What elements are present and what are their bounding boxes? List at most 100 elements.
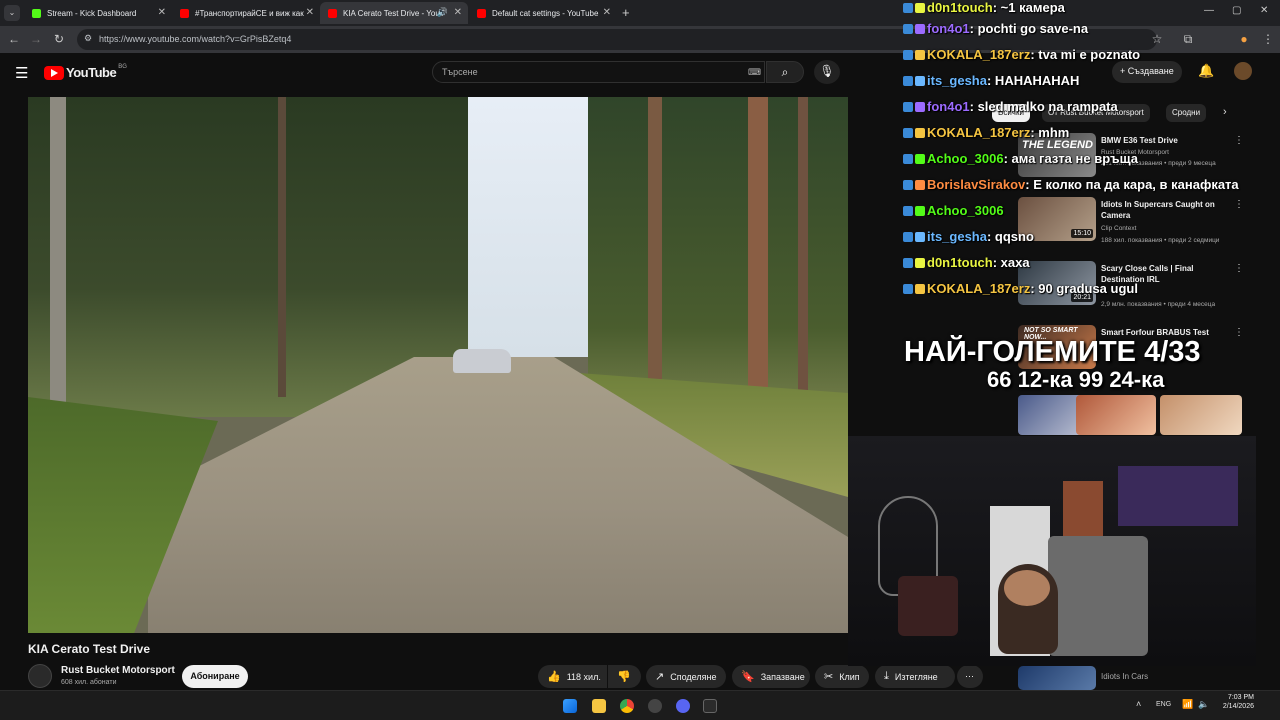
dislike-button[interactable]: 👎 xyxy=(608,665,641,688)
chat-badge-icon xyxy=(915,24,925,34)
reload-button[interactable]: ↻ xyxy=(51,32,67,46)
chat-text: : tva mi e poznato xyxy=(1030,47,1141,62)
wifi-icon[interactable]: 📶 xyxy=(1182,699,1193,710)
voice-search-button[interactable]: 🎙 xyxy=(814,60,840,84)
file-explorer-icon[interactable] xyxy=(592,699,606,713)
video-player[interactable] xyxy=(28,97,848,633)
recommended-thumbnail[interactable] xyxy=(1018,666,1096,690)
extensions-icon[interactable]: ⧉ xyxy=(1180,32,1196,47)
more-icon[interactable]: ⋮ xyxy=(1234,199,1244,210)
chat-badge-icon xyxy=(915,76,925,86)
download-button[interactable]: ⤓ Изтегляне xyxy=(875,665,955,688)
more-icon[interactable]: ⋮ xyxy=(1234,263,1244,274)
chevron-up-icon[interactable]: ˄ xyxy=(1136,699,1141,709)
chevron-right-icon[interactable]: › xyxy=(1223,106,1227,118)
discord-icon[interactable] xyxy=(676,699,690,713)
site-info-icon[interactable]: ⚙ xyxy=(84,33,92,44)
chat-username: Achoo_3006 xyxy=(927,203,1004,218)
close-icon[interactable]: ✕ xyxy=(158,7,166,18)
recommended-meta: 188 хил. показвания • преди 2 седмици xyxy=(1101,237,1220,244)
video-scene-sky xyxy=(468,97,608,357)
video-title: KIA Cerato Test Drive xyxy=(28,642,151,656)
chat-badge-icon xyxy=(915,206,925,216)
search-button[interactable]: ⌕ xyxy=(766,61,804,83)
chat-badge-icon xyxy=(915,154,925,164)
chat-message: fon4o1: sled malko na rampata xyxy=(903,99,1118,114)
chat-badge-icon xyxy=(903,258,913,268)
channel-avatar[interactable] xyxy=(28,664,52,688)
tab-transport[interactable]: #ТранспортирайСЕ и виж как ✕ xyxy=(172,2,320,24)
chip-related[interactable]: Сродни xyxy=(1166,104,1207,122)
profile-icon[interactable]: ● xyxy=(1236,32,1252,46)
shorts-thumbnail[interactable] xyxy=(1076,395,1156,435)
like-button[interactable]: 👍 118 хил. xyxy=(538,665,607,688)
stream-overlay-subtitle: 66 12-ка 99 24-ка xyxy=(987,367,1165,392)
search-input[interactable]: Търсене ⌨ xyxy=(432,61,765,83)
chat-message: d0n1touch: хаха xyxy=(903,255,1030,270)
chat-badge-icon xyxy=(903,206,913,216)
chat-message: KOKALA_187erz: mhm xyxy=(903,125,1069,140)
chat-badge-icon xyxy=(915,284,925,294)
subscribe-button[interactable]: Абониране xyxy=(182,665,248,688)
notifications-bell-icon[interactable]: 🔔 xyxy=(1198,63,1214,79)
clip-button[interactable]: ✂ Клип xyxy=(815,665,869,688)
close-window-button[interactable]: ✕ xyxy=(1260,5,1268,16)
youtube-play-icon xyxy=(44,65,64,80)
search-icon: ⌕ xyxy=(781,65,789,79)
chat-badge-icon xyxy=(903,76,913,86)
tab-default-cat[interactable]: Default cat settings - YouTube ✕ xyxy=(469,2,617,24)
chat-text: : ~1 камера xyxy=(992,0,1065,15)
tab-search-icon[interactable]: ⌄ xyxy=(4,5,20,21)
plus-icon: + xyxy=(1120,66,1128,76)
windows-start-icon[interactable] xyxy=(563,699,577,713)
close-icon[interactable]: ✕ xyxy=(603,7,611,18)
close-icon[interactable]: ✕ xyxy=(454,7,462,18)
chat-badge-icon xyxy=(915,102,925,112)
thumbs-down-icon: 👎 xyxy=(617,671,631,683)
more-icon: ⋯ xyxy=(965,671,974,681)
avatar[interactable] xyxy=(1234,62,1252,80)
chat-message: KOKALA_187erz: 90 gradusa ugul xyxy=(903,281,1138,296)
new-tab-button[interactable]: + xyxy=(622,5,630,20)
windows-taskbar: ˄ ENG 📶 🔈 xyxy=(0,690,1280,720)
back-button[interactable]: ← xyxy=(6,32,22,46)
recommended-title[interactable]: Idiots In Supercars Caught on Camera xyxy=(1101,199,1236,221)
chrome-icon[interactable] xyxy=(620,699,634,713)
tab-kia-cerato[interactable]: KIA Cerato Test Drive - YouT 🔊 ✕ xyxy=(320,2,468,24)
taskbar-clock[interactable]: 7:03 PM 2/14/2026 xyxy=(1218,693,1254,711)
chat-message: BorislavSirakov: Е колко па да кара, в к… xyxy=(903,177,1239,192)
shorts-thumbnail[interactable] xyxy=(1160,395,1242,435)
more-actions-button[interactable]: ⋯ xyxy=(957,665,983,688)
forward-button[interactable]: → xyxy=(28,32,44,46)
app-icon[interactable] xyxy=(648,699,662,713)
volume-icon[interactable]: 🔈 xyxy=(1198,699,1209,710)
close-icon[interactable]: ✕ xyxy=(306,7,314,18)
keyboard-icon[interactable]: ⌨ xyxy=(748,67,761,78)
more-icon[interactable]: ⋮ xyxy=(1234,327,1244,338)
hamburger-menu-icon[interactable]: ☰ xyxy=(15,64,28,82)
terminal-icon[interactable] xyxy=(703,699,717,713)
chat-message: its_gesha: qqsno xyxy=(903,229,1034,244)
speaker-icon[interactable]: 🔊 xyxy=(437,7,448,18)
language-indicator[interactable]: ENG xyxy=(1156,701,1171,708)
chat-username: KOKALA_187erz xyxy=(927,281,1031,296)
menu-icon[interactable]: ⋮ xyxy=(1260,32,1276,46)
share-button[interactable]: ↗ Споделяне xyxy=(646,665,726,688)
maximize-button[interactable]: ▢ xyxy=(1232,5,1241,16)
save-button[interactable]: 🔖 Запазване xyxy=(732,665,810,688)
chat-username: KOKALA_187erz xyxy=(927,125,1031,140)
chat-badge-icon xyxy=(915,232,925,242)
minimize-button[interactable]: — xyxy=(1204,5,1214,16)
channel-name[interactable]: Rust Bucket Motorsport xyxy=(61,665,175,676)
more-icon[interactable]: ⋮ xyxy=(1234,135,1244,146)
kick-icon xyxy=(32,8,41,18)
bookmark-star-icon[interactable]: ☆ xyxy=(1149,32,1165,46)
chat-username: its_gesha xyxy=(927,73,987,88)
youtube-logo[interactable]: YouTube BG xyxy=(44,64,127,80)
create-button[interactable]: + Създаване xyxy=(1112,61,1182,83)
recommended-title[interactable]: BMW E36 Test Drive xyxy=(1101,135,1236,146)
chat-username: d0n1touch xyxy=(927,0,993,15)
chat-badge-icon xyxy=(903,284,913,294)
share-icon: ↗ xyxy=(655,671,665,683)
tab-kick-dashboard[interactable]: Stream - Kick Dashboard ✕ xyxy=(24,2,172,24)
